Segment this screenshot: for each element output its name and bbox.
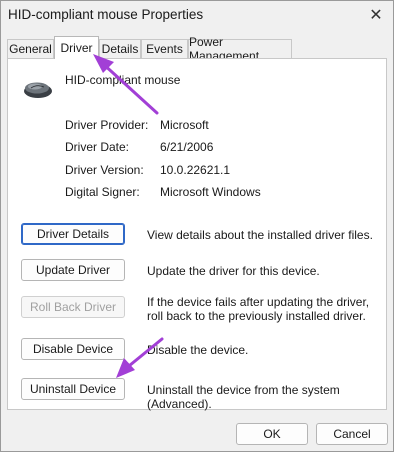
- mouse-icon: [24, 82, 52, 98]
- driver-provider-value: Microsoft: [160, 118, 209, 132]
- disable-device-description: Disable the device.: [147, 343, 249, 357]
- tab-events[interactable]: Events: [141, 39, 188, 58]
- digital-signer-label: Digital Signer:: [65, 185, 140, 199]
- tab-driver[interactable]: Driver: [54, 36, 99, 59]
- tab-general[interactable]: General: [7, 39, 54, 58]
- driver-date-label: Driver Date:: [65, 140, 130, 154]
- roll-back-driver-button[interactable]: Roll Back Driver: [21, 296, 125, 318]
- ok-button[interactable]: OK: [236, 423, 308, 445]
- driver-date-value: 6/21/2006: [160, 140, 214, 154]
- digital-signer-value: Microsoft Windows: [160, 185, 261, 199]
- update-driver-button[interactable]: Update Driver: [21, 259, 125, 281]
- driver-details-description: View details about the installed driver …: [147, 228, 373, 242]
- roll-back-driver-description: If the device fails after updating the d…: [147, 295, 370, 323]
- driver-provider-label: Driver Provider:: [65, 118, 149, 132]
- title-bar: HID-compliant mouse Properties ✕: [1, 1, 393, 31]
- update-driver-description: Update the driver for this device.: [147, 264, 320, 278]
- properties-dialog: HID-compliant mouse Properties ✕ General…: [0, 0, 394, 452]
- window-title: HID-compliant mouse Properties: [8, 7, 204, 22]
- device-name: HID-compliant mouse: [65, 73, 181, 87]
- tab-power-management[interactable]: Power Management: [188, 35, 292, 63]
- tab-strip: General Driver Details Events Power Mana…: [7, 35, 387, 63]
- uninstall-device-description: Uninstall the device from the system (Ad…: [147, 383, 340, 411]
- driver-version-label: Driver Version:: [65, 163, 144, 177]
- close-icon[interactable]: ✕: [363, 3, 389, 27]
- tab-details[interactable]: Details: [99, 39, 141, 58]
- uninstall-device-button[interactable]: Uninstall Device: [21, 378, 125, 400]
- disable-device-button[interactable]: Disable Device: [21, 338, 125, 360]
- driver-version-value: 10.0.22621.1: [160, 163, 231, 177]
- cancel-button[interactable]: Cancel: [316, 423, 388, 445]
- driver-tab-panel: HID-compliant mouse Driver Provider: Mic…: [7, 58, 387, 411]
- driver-details-button[interactable]: Driver Details: [21, 223, 125, 245]
